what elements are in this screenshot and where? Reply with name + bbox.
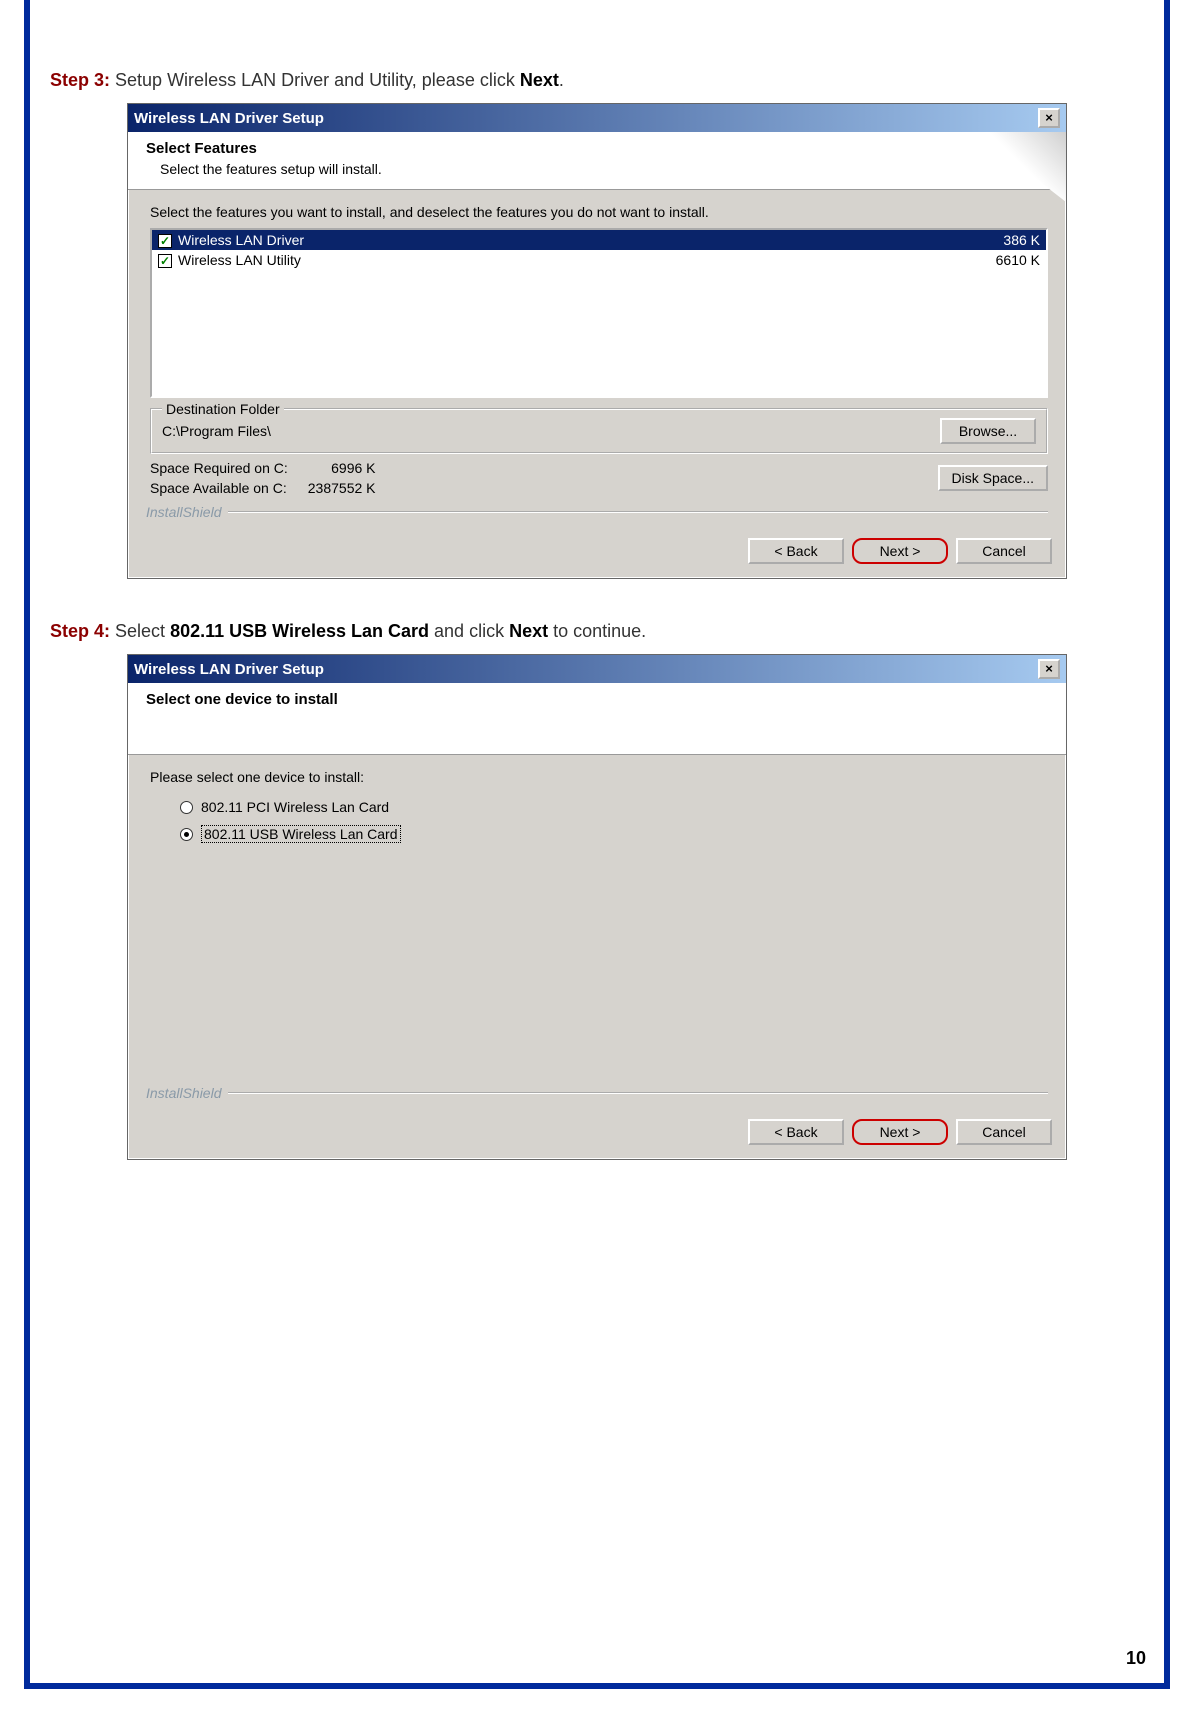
wizard-buttons: < Back Next > Cancel — [128, 1113, 1066, 1159]
destination-path: C:\Program Files\ — [162, 423, 271, 439]
device-radio-group: 802.11 PCI Wireless Lan Card 802.11 USB … — [180, 799, 1048, 843]
space-available-value: 2387552 K — [308, 480, 376, 496]
step3-line: Step 3: Setup Wireless LAN Driver and Ut… — [50, 70, 1144, 91]
feature-row-driver[interactable]: ✓Wireless LAN Driver 386 K — [152, 230, 1046, 250]
window-title: Wireless LAN Driver Setup — [134, 661, 324, 678]
subheader-title: Select one device to install — [146, 691, 1052, 708]
installshield-divider: InstallShield — [146, 504, 1048, 520]
radio-icon — [180, 801, 193, 814]
step4-label: Step 4: — [50, 621, 110, 641]
space-required-label: Space Required on C: — [150, 460, 288, 476]
space-available-label: Space Available on C: — [150, 480, 288, 496]
feature-list[interactable]: ✓Wireless LAN Driver 386 K ✓Wireless LAN… — [150, 228, 1048, 398]
titlebar: Wireless LAN Driver Setup × — [128, 655, 1066, 683]
back-button[interactable]: < Back — [748, 1119, 844, 1145]
next-button[interactable]: Next > — [852, 1119, 948, 1145]
installer-window-2: Wireless LAN Driver Setup × Select one d… — [127, 654, 1067, 1160]
subheader: Select Features Select the features setu… — [128, 132, 1066, 190]
disk-space-button[interactable]: Disk Space... — [938, 465, 1048, 491]
subheader-title: Select Features — [146, 140, 1052, 157]
radio-icon — [180, 828, 193, 841]
checkbox-icon[interactable]: ✓ — [158, 254, 172, 268]
cancel-button[interactable]: Cancel — [956, 538, 1052, 564]
space-required-value: 6996 K — [308, 460, 376, 476]
checkbox-icon[interactable]: ✓ — [158, 234, 172, 248]
device-explain: Please select one device to install: — [150, 769, 1048, 785]
next-button[interactable]: Next > — [852, 538, 948, 564]
cancel-button[interactable]: Cancel — [956, 1119, 1052, 1145]
installshield-divider: InstallShield — [146, 1085, 1048, 1101]
space-info: Space Required on C: 6996 K Disk Space..… — [150, 460, 1048, 496]
radio-pci[interactable]: 802.11 PCI Wireless Lan Card — [180, 799, 1048, 815]
step4-line: Step 4: Select 802.11 USB Wireless Lan C… — [50, 621, 1144, 642]
destination-folder-frame: Destination Folder C:\Program Files\ Bro… — [150, 408, 1048, 454]
close-icon[interactable]: × — [1038, 659, 1060, 679]
subheader: Select one device to install — [128, 683, 1066, 755]
feature-row-utility[interactable]: ✓Wireless LAN Utility 6610 K — [152, 250, 1046, 270]
radio-usb[interactable]: 802.11 USB Wireless Lan Card — [180, 825, 1048, 843]
window-title: Wireless LAN Driver Setup — [134, 110, 324, 127]
step3-label: Step 3: — [50, 70, 110, 90]
subheader-desc: Select the features setup will install. — [146, 161, 1052, 177]
destination-legend: Destination Folder — [162, 401, 284, 417]
content-frame: Step 3: Setup Wireless LAN Driver and Ut… — [24, 0, 1170, 1689]
wizard-buttons: < Back Next > Cancel — [128, 532, 1066, 578]
page-number: 10 — [1126, 1648, 1146, 1669]
feature-size: 386 K — [1003, 232, 1040, 248]
close-icon[interactable]: × — [1038, 108, 1060, 128]
back-button[interactable]: < Back — [748, 538, 844, 564]
browse-button[interactable]: Browse... — [940, 418, 1036, 444]
features-explain: Select the features you want to install,… — [150, 204, 1048, 220]
titlebar: Wireless LAN Driver Setup × — [128, 104, 1066, 132]
installer-window-1: Wireless LAN Driver Setup × Select Featu… — [127, 103, 1067, 579]
feature-size: 6610 K — [996, 252, 1040, 268]
